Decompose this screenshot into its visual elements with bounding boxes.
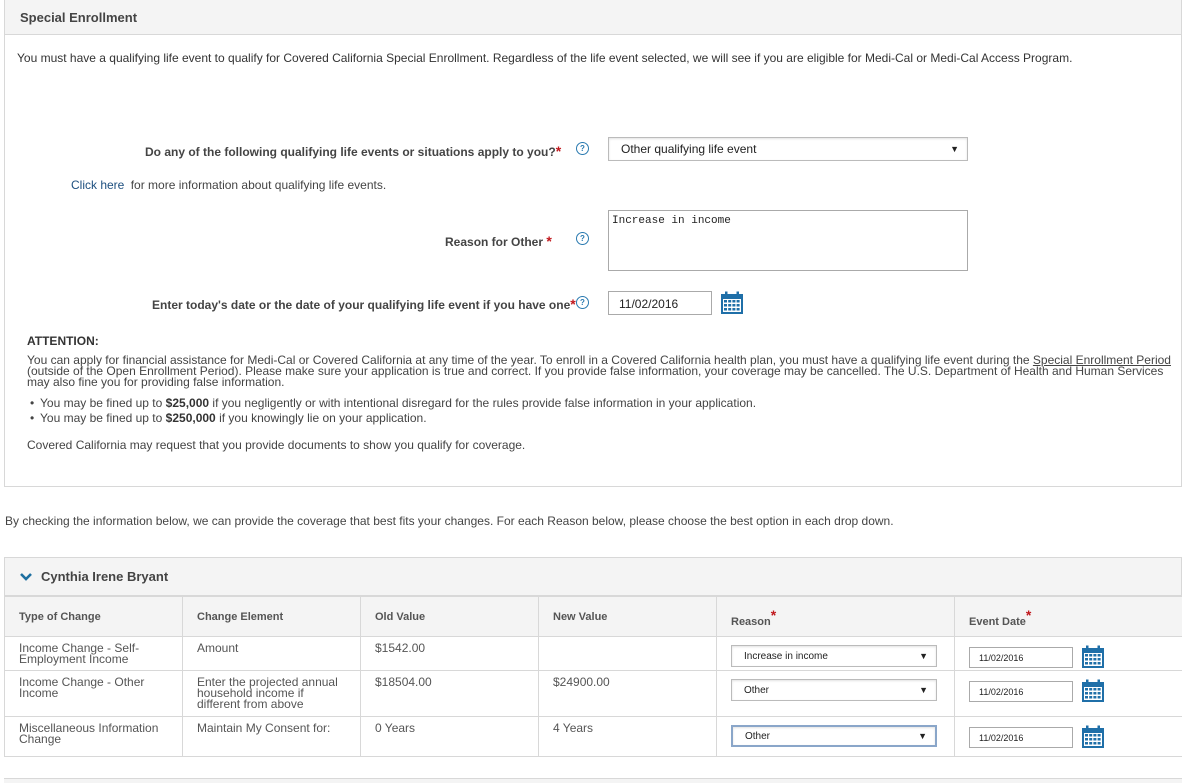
change-element-cell: Amount <box>183 637 361 671</box>
col-event-date: Event Date* <box>955 597 1182 637</box>
person-name: Cynthia Irene Bryant <box>41 569 168 584</box>
type-of-change-cell: Miscellaneous Information Change <box>5 717 183 757</box>
intro-text: You must have a qualifying life event to… <box>17 51 1072 65</box>
required-asterisk: * <box>556 143 561 159</box>
reason-cell: Increase in income ▼ <box>717 637 955 671</box>
click-here-row: Click here for more information about qu… <box>71 178 386 192</box>
type-of-change-cell: Income Change - Other Income <box>5 671 183 717</box>
required-asterisk: * <box>771 607 776 623</box>
bullet-fine-25000: You may be fined up to $25,000 if you ne… <box>40 396 756 411</box>
person-section-header[interactable]: Cynthia Irene Bryant <box>4 557 1182 596</box>
attention-title: ATTENTION: <box>27 334 99 348</box>
old-value-cell: 0 Years <box>361 717 539 757</box>
event-date-label: Enter today's date or the date of your q… <box>152 296 576 312</box>
event-date-cell: 11/02/2016 <box>955 717 1182 757</box>
help-circle-icon[interactable]: ? <box>576 296 589 309</box>
reason-select-value: Other <box>744 685 769 696</box>
panel-header: Special Enrollment <box>5 0 1181 35</box>
dropdown-arrow-icon: ▼ <box>918 731 927 742</box>
row-event-date-input[interactable]: 11/02/2016 <box>969 681 1073 702</box>
reason-select[interactable]: Increase in income ▼ <box>731 645 937 667</box>
type-of-change-cell: Income Change - Self-Employment Income <box>5 637 183 671</box>
reason-select-value: Increase in income <box>744 651 828 662</box>
help-circle-icon[interactable]: ? <box>576 142 589 155</box>
event-date-input[interactable]: 11/02/2016 <box>608 291 712 315</box>
panel-title: Special Enrollment <box>20 10 137 25</box>
attention-paragraph: You can apply for financial assistance f… <box>27 355 1172 388</box>
attention-text-after: (outside of the Open Enrollment Period).… <box>27 364 1163 389</box>
required-asterisk: * <box>570 296 575 312</box>
changes-table: Type of Change Change Element Old Value … <box>4 596 1182 757</box>
new-value-cell: 4 Years <box>539 717 717 757</box>
dropdown-arrow-icon: ▼ <box>919 651 928 662</box>
reason-cell: Other ▼ <box>717 671 955 717</box>
event-date-value: 11/02/2016 <box>619 297 678 311</box>
new-value-cell: $24900.00 <box>539 671 717 717</box>
col-old-value: Old Value <box>361 597 539 637</box>
col-type-of-change: Type of Change <box>5 597 183 637</box>
col-reason-label: Reason <box>731 616 771 628</box>
fine-amount: $250,000 <box>166 411 216 425</box>
event-date-cell: 11/02/2016 <box>955 671 1182 717</box>
calendar-icon[interactable] <box>1081 679 1105 703</box>
reason-for-other-textarea[interactable]: Increase in income <box>608 210 968 271</box>
life-event-select-value: Other qualifying life event <box>621 142 756 156</box>
calendar-icon[interactable] <box>1081 645 1105 669</box>
col-event-date-label: Event Date <box>969 616 1026 628</box>
calendar-icon[interactable] <box>1081 725 1105 749</box>
attention-bullets: You may be fined up to $25,000 if you ne… <box>28 396 756 426</box>
required-asterisk: * <box>546 233 551 249</box>
calendar-icon[interactable] <box>720 291 744 315</box>
row-event-date-input[interactable]: 11/02/2016 <box>969 647 1073 668</box>
reason-select-value: Other <box>745 731 770 742</box>
bullet-text: if you knowingly lie on your application… <box>219 411 426 425</box>
change-element-cell: Enter the projected annual household inc… <box>183 671 361 717</box>
row-event-date-input[interactable]: 11/02/2016 <box>969 727 1073 748</box>
by-checking-text: By checking the information below, we ca… <box>5 514 894 528</box>
reason-cell: Other ▼ <box>717 717 955 757</box>
help-circle-icon[interactable]: ? <box>576 232 589 245</box>
col-reason: Reason* <box>717 597 955 637</box>
event-date-cell: 11/02/2016 <box>955 637 1182 671</box>
old-value-cell: $18504.00 <box>361 671 539 717</box>
documents-note: Covered California may request that you … <box>27 438 525 452</box>
required-asterisk: * <box>1026 607 1031 623</box>
bullet-text: You may be fined up to <box>40 396 162 410</box>
event-date-text: Enter today's date or the date of your q… <box>152 298 570 312</box>
fine-amount: $25,000 <box>166 396 209 410</box>
reason-select[interactable]: Other ▼ <box>731 725 937 747</box>
life-event-question-label: Do any of the following qualifying life … <box>145 143 561 159</box>
next-section-edge <box>4 778 1182 783</box>
reason-for-other-value: Increase in income <box>612 215 731 227</box>
new-value-cell <box>539 637 717 671</box>
reason-for-other-text: Reason for Other <box>445 235 543 249</box>
bullet-text: if you negligently or with intentional d… <box>212 396 756 410</box>
table-row: Income Change - Other Income Enter the p… <box>5 671 1182 717</box>
reason-select[interactable]: Other ▼ <box>731 679 937 701</box>
reason-for-other-label: Reason for Other * <box>445 233 552 249</box>
dropdown-arrow-icon: ▼ <box>919 685 928 696</box>
col-new-value: New Value <box>539 597 717 637</box>
dropdown-arrow-icon: ▼ <box>950 144 959 154</box>
life-event-select[interactable]: Other qualifying life event ▼ <box>608 137 968 161</box>
click-here-link[interactable]: Click here <box>71 178 124 192</box>
bullet-text: You may be fined up to <box>40 411 162 425</box>
bullet-fine-250000: You may be fined up to $250,000 if you k… <box>40 411 756 426</box>
life-event-question-text: Do any of the following qualifying life … <box>145 145 556 159</box>
table-row: Miscellaneous Information Change Maintai… <box>5 717 1182 757</box>
chevron-down-icon[interactable] <box>19 570 33 584</box>
table-row: Income Change - Self-Employment Income A… <box>5 637 1182 671</box>
col-change-element: Change Element <box>183 597 361 637</box>
old-value-cell: $1542.00 <box>361 637 539 671</box>
change-element-cell: Maintain My Consent for: <box>183 717 361 757</box>
table-header-row: Type of Change Change Element Old Value … <box>5 597 1182 637</box>
click-here-text: for more information about qualifying li… <box>131 178 386 192</box>
